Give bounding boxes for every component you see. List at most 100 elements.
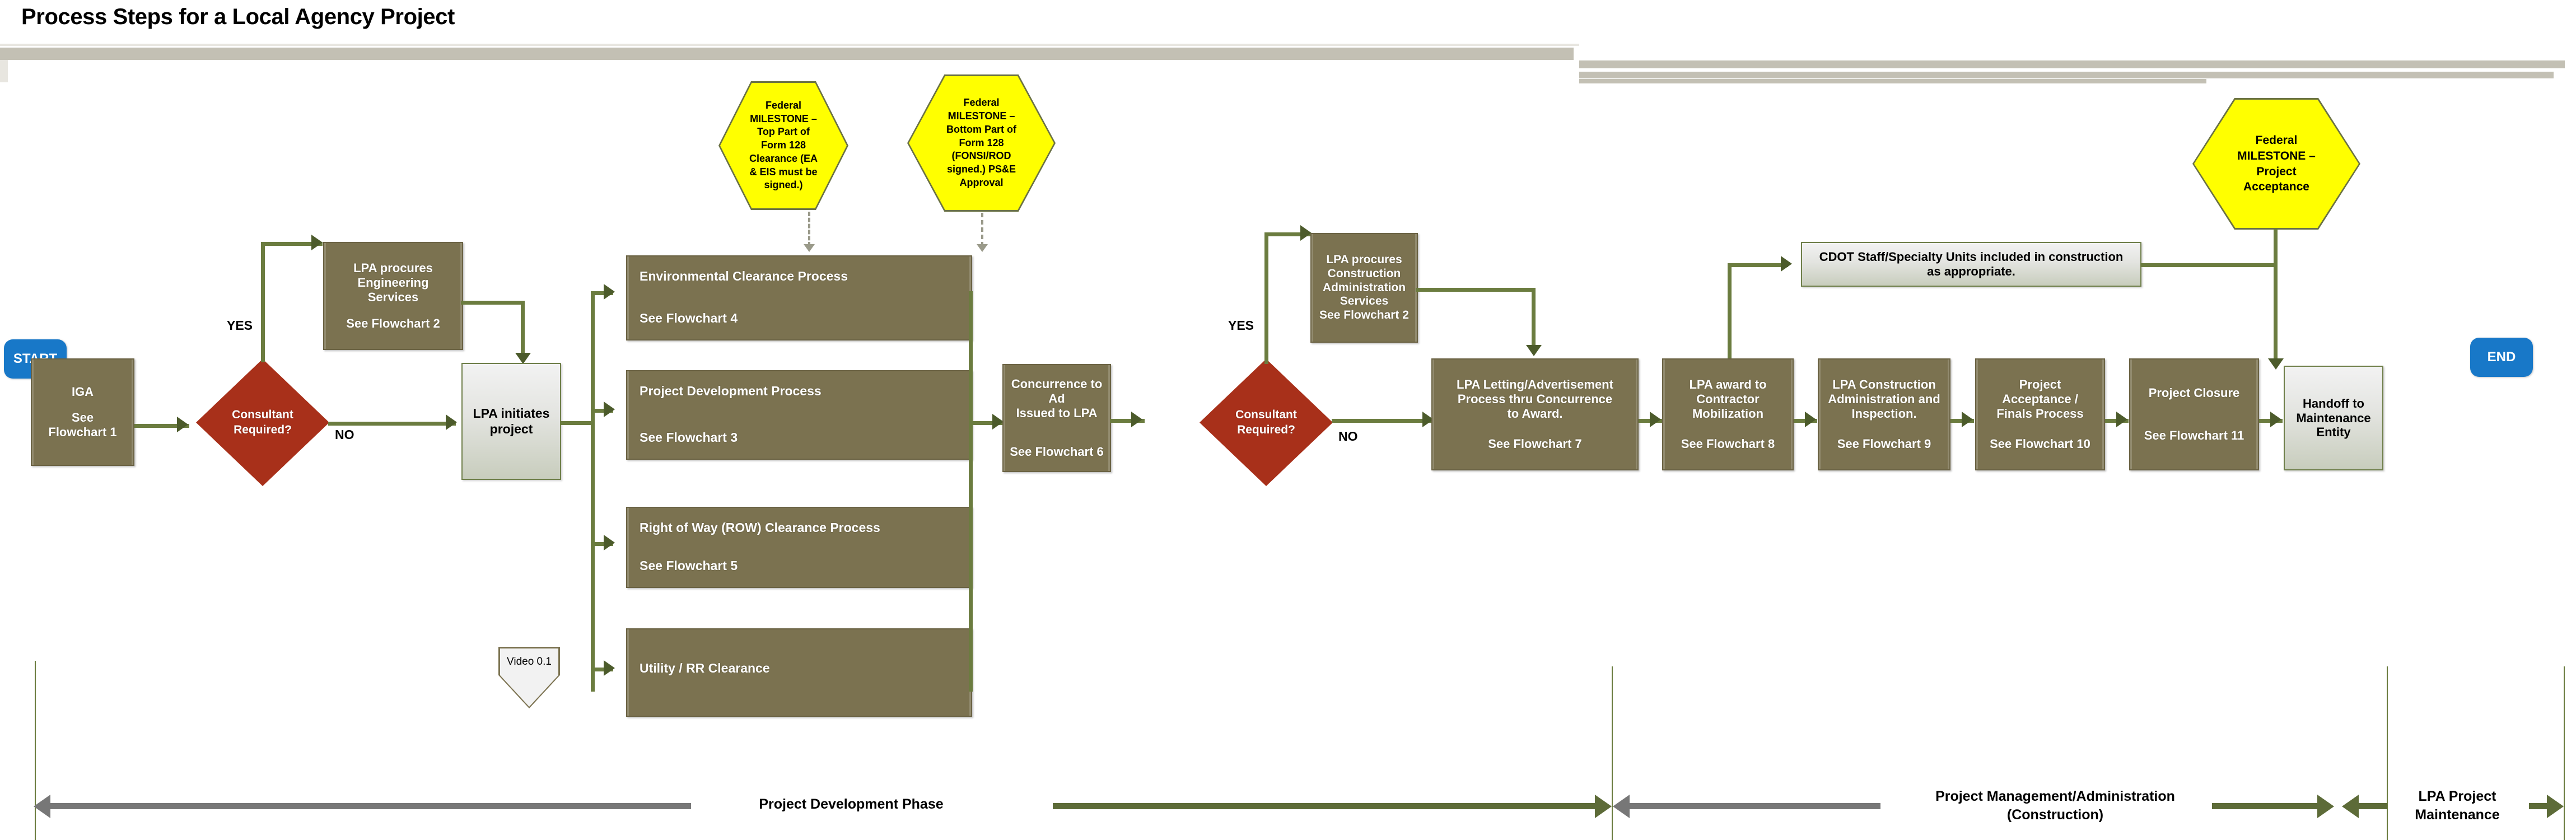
node-line: Finals Process (1996, 407, 2084, 421)
connector-fanout-spine (591, 291, 595, 692)
node-line: Mobilization (1692, 407, 1764, 421)
milestone-hex-form128-top: Federal MILESTONE – Top Part of Form 128… (718, 81, 848, 210)
decision-consultant-required-1[interactable]: Consultant Required? (196, 359, 329, 486)
node-line: Administration (1322, 281, 1406, 294)
arrowhead-concurrence-to-decision2 (1131, 412, 1142, 427)
node-lpa-procures-engineering[interactable]: LPA procures Engineering Services See Fl… (323, 242, 463, 350)
end-label: END (2487, 349, 2516, 365)
hex-line: MILESTONE – (2237, 149, 2316, 162)
milestone-hex-form128-top-label: Federal MILESTONE – Top Part of Form 128… (718, 81, 848, 210)
hex-line: Federal (2255, 134, 2298, 147)
node-line: Project Closure (2148, 386, 2240, 400)
arrowhead-acceptance-to-closure (2116, 412, 2127, 427)
hex-line: Clearance (EA (749, 152, 818, 164)
node-reference: See Flowchart 2 (1319, 309, 1409, 322)
node-line: Entity (2316, 425, 2351, 440)
node-lpa-procures-construction-admin[interactable]: LPA procures Construction Administration… (1310, 233, 1418, 343)
hex-line: Form 128 (760, 139, 806, 151)
node-line: Handoff to (2303, 396, 2364, 410)
node-utility-rr-clearance[interactable]: Utility / RR Clearance (626, 628, 972, 717)
phase-bar-left-grey (49, 803, 691, 809)
connector-merge-spine (969, 291, 973, 692)
end-terminator[interactable]: END (2470, 338, 2533, 377)
node-line: Issued to LPA (1016, 405, 1098, 420)
milestone-dashed-arrowhead-1 (804, 244, 815, 252)
node-line: LPA Letting/Advertisement (1457, 377, 1613, 392)
node-line: LPA procures (353, 260, 433, 275)
node-line: Required? (234, 423, 292, 436)
hex-line: Federal (963, 97, 1000, 109)
hex-line: signed.) (764, 179, 803, 191)
node-handoff-to-maintenance-entity[interactable]: Handoff to Maintenance Entity (2284, 366, 2383, 470)
phase-label-line: LPA Project (2418, 788, 2496, 804)
milestone-hex-project-acceptance: Federal MILESTONE – Project Acceptance (2192, 98, 2360, 230)
node-project-acceptance-finals[interactable]: Project Acceptance / Finals Process See … (1975, 358, 2105, 470)
node-environmental-clearance[interactable]: Environmental Clearance Process See Flow… (626, 255, 972, 340)
node-line: Services (1340, 295, 1389, 308)
connector-engineering-right (461, 301, 525, 305)
arrowhead-award-to-constadmin (1805, 412, 1816, 427)
node-line: See Flowchart 2 (346, 316, 440, 331)
phase-label-line: Project Development Phase (759, 796, 944, 812)
arrowhead-fanout-row (604, 535, 615, 550)
node-reference: See Flowchart 10 (1990, 436, 2090, 451)
node-reference: See Flowchart 5 (640, 558, 738, 573)
connector-cdot-feeder-vertical (1728, 263, 1732, 364)
phase-label-project-development: Project Development Phase (739, 795, 963, 814)
node-lpa-construction-administration[interactable]: LPA Construction Administration and Insp… (1818, 358, 1950, 470)
node-line: Contractor (1696, 392, 1760, 407)
node-lpa-letting-advertisement[interactable]: LPA Letting/Advertisement Process thru C… (1431, 358, 1639, 470)
node-line: Maintenance (2296, 410, 2371, 425)
node-line: See (71, 410, 94, 425)
hex-line: signed.) PS&E (946, 164, 1016, 175)
node-title: Environmental Clearance Process (640, 269, 848, 283)
hex-line: Approval (959, 176, 1004, 188)
node-line: Flowchart 1 (48, 424, 117, 439)
phase-bar-maintenance-right (2529, 803, 2548, 809)
node-cdot-staff-specialty-units[interactable]: CDOT Staff/Specialty Units included in c… (1801, 242, 2141, 287)
hex-line: (FONSI/ROD (951, 150, 1011, 162)
decision-consultant-required-2-label: Consultant Required? (1200, 359, 1333, 486)
arrowhead-fanout-env (604, 284, 615, 300)
milestone-acceptance-connector (2274, 228, 2278, 363)
node-line: Inspection. (1851, 407, 1917, 421)
phase-bar-maintenance-left (2356, 803, 2387, 809)
video-marker-0-1[interactable]: Video 0.1 (498, 647, 560, 708)
node-concurrence-to-ad[interactable]: Concurrence to Ad Issued to LPA See Flow… (1002, 364, 1111, 472)
node-lpa-award-to-contractor[interactable]: LPA award to Contractor Mobilization See… (1662, 358, 1794, 470)
connector-decision2-yes-vertical (1264, 232, 1268, 364)
node-reference: See Flowchart 7 (1488, 436, 1582, 451)
milestone-dashed-arrowhead-2 (977, 244, 988, 252)
phase-label-line: Maintenance (2415, 807, 2500, 823)
phase-divider-right-2 (2564, 666, 2565, 840)
phase-arrowhead-maintenance-right (2547, 795, 2564, 818)
connector-decision2-no (1332, 419, 1431, 423)
node-project-closure[interactable]: Project Closure See Flowchart 11 (2129, 358, 2259, 470)
node-iga[interactable]: IGA See Flowchart 1 (31, 358, 134, 466)
phase-label-line: Project Management/Administration (1935, 788, 2175, 804)
phase-arrowhead-construction-right (2317, 795, 2334, 818)
node-row-clearance[interactable]: Right of Way (ROW) Clearance Process See… (626, 507, 972, 588)
branch-label-no-1: NO (335, 427, 354, 442)
node-line: Acceptance / (2002, 392, 2078, 407)
node-line: Administration and (1828, 392, 1940, 407)
node-line: to Award. (1507, 407, 1563, 421)
connector-engineering-down (521, 301, 525, 358)
node-line: as appropriate. (1927, 264, 2015, 278)
arrowhead-decision2-yes (1300, 225, 1312, 241)
header-bar-right-bottom (1579, 79, 2206, 83)
arrowhead-fanout-utility (604, 660, 615, 676)
node-reference: See Flowchart 11 (2144, 428, 2244, 442)
node-line: IGA (71, 385, 94, 399)
node-title: Utility / RR Clearance (640, 661, 770, 675)
node-lpa-initiates-project[interactable]: LPA initiates project (461, 363, 561, 480)
connector-constadmin-down (1532, 288, 1536, 349)
node-line: Project (2019, 377, 2061, 392)
hex-line: Federal (765, 99, 802, 111)
phase-bar-construction-left (1628, 803, 1880, 809)
connector-decision1-no (328, 422, 456, 426)
node-project-development[interactable]: Project Development Process See Flowchar… (626, 370, 972, 460)
branch-label-yes-2: YES (1228, 318, 1254, 333)
decision-consultant-required-2[interactable]: Consultant Required? (1200, 359, 1333, 486)
milestone-hex-project-acceptance-label: Federal MILESTONE – Project Acceptance (2192, 98, 2360, 230)
